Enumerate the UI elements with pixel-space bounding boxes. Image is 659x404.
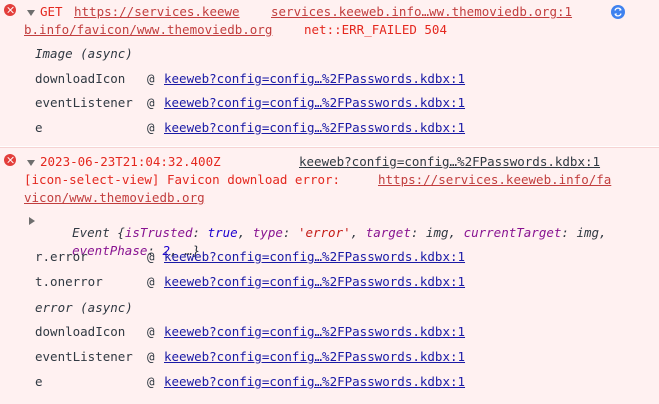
favicon-url[interactable]: https://services.keeweb.info/fa [378, 172, 611, 188]
property-key: type [252, 225, 283, 240]
stack-frame-function: r.error [35, 249, 88, 264]
request-method: GET [40, 4, 63, 19]
expand-triangle-icon[interactable] [27, 10, 35, 16]
property-value: true [207, 225, 238, 240]
stack-frame-link[interactable]: keeweb?config=config…%2FPasswords.kdbx:1 [164, 349, 465, 365]
error-icon [4, 154, 16, 166]
stack-frame-link[interactable]: keeweb?config=config…%2FPasswords.kdbx:1 [164, 374, 465, 390]
error-icon [4, 4, 16, 16]
stack-frame-function: downloadIcon [35, 71, 126, 86]
stack-frame-at: @ [147, 374, 155, 389]
console-error-message-1: GET https://services.keewe services.keew… [0, 0, 659, 146]
stack-frame-at: @ [147, 324, 155, 339]
stack-frame-function: t.onerror [35, 274, 103, 289]
stack-frame-function: eventListener [35, 95, 133, 110]
stack-frame-link[interactable]: keeweb?config=config…%2FPasswords.kdbx:1 [164, 324, 465, 340]
stack-frame-link[interactable]: keeweb?config=config…%2FPasswords.kdbx:1 [164, 249, 465, 265]
stack-frame-function: e [35, 120, 43, 135]
console-error-message-2: 2023-06-23T21:04:32.400Z keeweb?config=c… [0, 147, 659, 404]
favicon-url-continued[interactable]: vicon/www.themoviedb.org [24, 190, 205, 206]
property-value: img [425, 225, 449, 240]
property-value: img [576, 225, 600, 240]
source-link[interactable]: services.keeweb.info…ww.themoviedb.org:1 [271, 4, 572, 20]
stack-frame-at: @ [147, 120, 155, 135]
stack-frame-at: @ [147, 349, 155, 364]
property-key: currentTarget [463, 225, 562, 240]
property-key: target [365, 225, 411, 240]
async-label: Image (async) [35, 46, 133, 61]
request-url[interactable]: https://services.keewe [74, 4, 240, 20]
stack-frame-function: e [35, 374, 43, 389]
stack-frame-function: eventListener [35, 349, 133, 364]
property-value: 'error' [297, 225, 351, 240]
error-status: net::ERR_FAILED 504 [304, 22, 447, 37]
timestamp: 2023-06-23T21:04:32.400Z [40, 154, 221, 169]
expand-object-icon[interactable] [29, 217, 35, 225]
stack-frame-at: @ [147, 71, 155, 86]
expand-triangle-icon[interactable] [27, 160, 35, 166]
stack-frame-link[interactable]: keeweb?config=config…%2FPasswords.kdbx:1 [164, 274, 465, 290]
network-request-icon[interactable] [611, 5, 625, 19]
stack-frame-at: @ [147, 95, 155, 110]
stack-frame-function: downloadIcon [35, 324, 126, 339]
stack-frame-link[interactable]: keeweb?config=config…%2FPasswords.kdbx:1 [164, 120, 465, 136]
stack-frame-at: @ [147, 249, 155, 264]
stack-frame-link[interactable]: keeweb?config=config…%2FPasswords.kdbx:1 [164, 95, 465, 111]
stack-frame-at: @ [147, 274, 155, 289]
error-text: [icon-select-view] Favicon download erro… [24, 172, 348, 187]
request-url-continued[interactable]: b.info/favicon/www.themoviedb.org [24, 22, 272, 38]
stack-frame-link[interactable]: keeweb?config=config…%2FPasswords.kdbx:1 [164, 71, 465, 87]
async-label: error (async) [35, 300, 133, 315]
source-link[interactable]: keeweb?config=config…%2FPasswords.kdbx:1 [299, 154, 600, 170]
